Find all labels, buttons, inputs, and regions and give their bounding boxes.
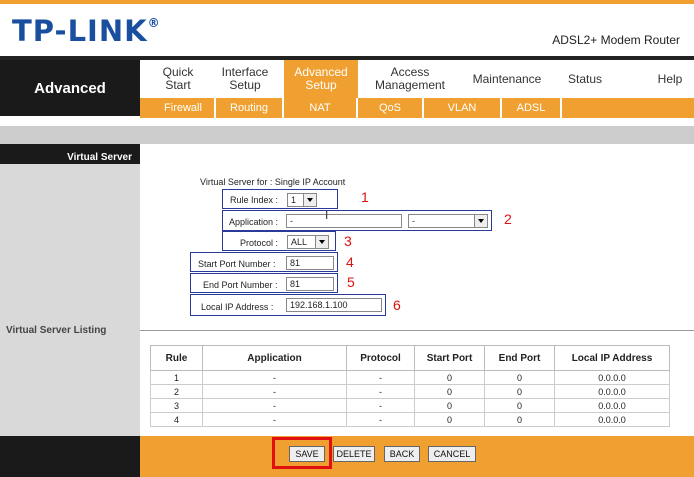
chevron-down-icon (303, 194, 316, 206)
annotation-5: 5 (347, 274, 355, 290)
local-ip-input[interactable]: 192.168.1.100 (286, 298, 382, 312)
application-input[interactable]: - (286, 214, 402, 228)
bottom-left-block (0, 436, 140, 477)
menu-access-management[interactable]: Access Management (368, 60, 452, 98)
table-header-row: Rule Application Protocol Start Port End… (150, 345, 670, 371)
col-application: Application (202, 345, 347, 371)
sub-menu: Firewall Routing NAT QoS VLAN ADSL (140, 98, 694, 118)
submenu-routing[interactable]: Routing (216, 98, 284, 118)
submenu-adsl[interactable]: ADSL (502, 98, 562, 118)
table-row: 1- -0 0 0.0.0.0 (150, 370, 670, 385)
sidebar-virtual-server: Virtual Server (0, 144, 140, 164)
protocol-select[interactable]: ALL (287, 235, 329, 249)
menu-interface-setup[interactable]: Interface Setup (214, 60, 276, 98)
top-accent-line (0, 0, 694, 4)
submenu-nat[interactable]: NAT (284, 98, 358, 118)
col-rule: Rule (150, 345, 203, 371)
submenu-firewall[interactable]: Firewall (152, 98, 216, 118)
menu-status[interactable]: Status (560, 60, 610, 98)
annotation-2: 2 (504, 211, 512, 227)
protocol-label: Protocol : (240, 238, 279, 248)
delete-button[interactable]: DELETE (333, 446, 375, 462)
annotation-6: 6 (393, 297, 401, 313)
col-protocol: Protocol (346, 345, 415, 371)
rule-index-label: Rule Index : (230, 195, 279, 205)
back-button[interactable]: BACK (384, 446, 420, 462)
rule-index-select[interactable]: 1 (287, 193, 317, 207)
virtual-server-table: Rule Application Protocol Start Port End… (150, 345, 670, 427)
col-local-ip: Local IP Address (554, 345, 670, 371)
form-header: Virtual Server for : Single IP Account (200, 177, 346, 187)
submenu-qos[interactable]: QoS (358, 98, 424, 118)
col-start-port: Start Port (414, 345, 485, 371)
start-port-label: Start Port Number : (198, 259, 276, 269)
menu-maintenance[interactable]: Maintenance (466, 60, 548, 98)
col-end-port: End Port (484, 345, 555, 371)
annotation-3: 3 (344, 233, 352, 249)
end-port-input[interactable]: 81 (286, 277, 334, 291)
application-select[interactable]: - (408, 214, 488, 228)
listing-divider (140, 330, 694, 331)
section-title: Advanced (0, 60, 140, 116)
main-menu: Quick Start Interface Setup Advanced Setup … (140, 60, 694, 98)
table-row: 2- -0 0 0.0.0.0 (150, 384, 670, 399)
gray-strip (0, 126, 694, 144)
text-cursor-icon: I (325, 208, 329, 222)
local-ip-label: Local IP Address : (201, 302, 274, 312)
model-name: ADSL2+ Modem Router (552, 33, 680, 47)
chevron-down-icon (315, 236, 328, 248)
annotation-1: 1 (361, 189, 369, 205)
end-port-label: End Port Number : (203, 280, 278, 290)
application-label: Application : (229, 217, 279, 227)
virtual-server-listing-label: Virtual Server Listing (6, 325, 107, 336)
chevron-down-icon (474, 215, 487, 227)
table-row: 3- -0 0 0.0.0.0 (150, 398, 670, 413)
sidebar-column (0, 164, 140, 436)
start-port-input[interactable]: 81 (286, 256, 334, 270)
cancel-button[interactable]: CANCEL (428, 446, 476, 462)
router-admin-page: TP-LINK® ADSL2+ Modem Router Advanced Qu… (0, 0, 694, 477)
save-highlight-box (272, 437, 332, 469)
menu-advanced-setup[interactable]: Advanced Setup (284, 60, 358, 98)
annotation-4: 4 (346, 254, 354, 270)
submenu-vlan[interactable]: VLAN (424, 98, 502, 118)
menu-help[interactable]: Help (648, 60, 692, 98)
table-row: 4- -0 0 0.0.0.0 (150, 412, 670, 427)
tp-link-logo: TP-LINK® (12, 14, 161, 48)
menu-quick-start[interactable]: Quick Start (152, 60, 204, 98)
